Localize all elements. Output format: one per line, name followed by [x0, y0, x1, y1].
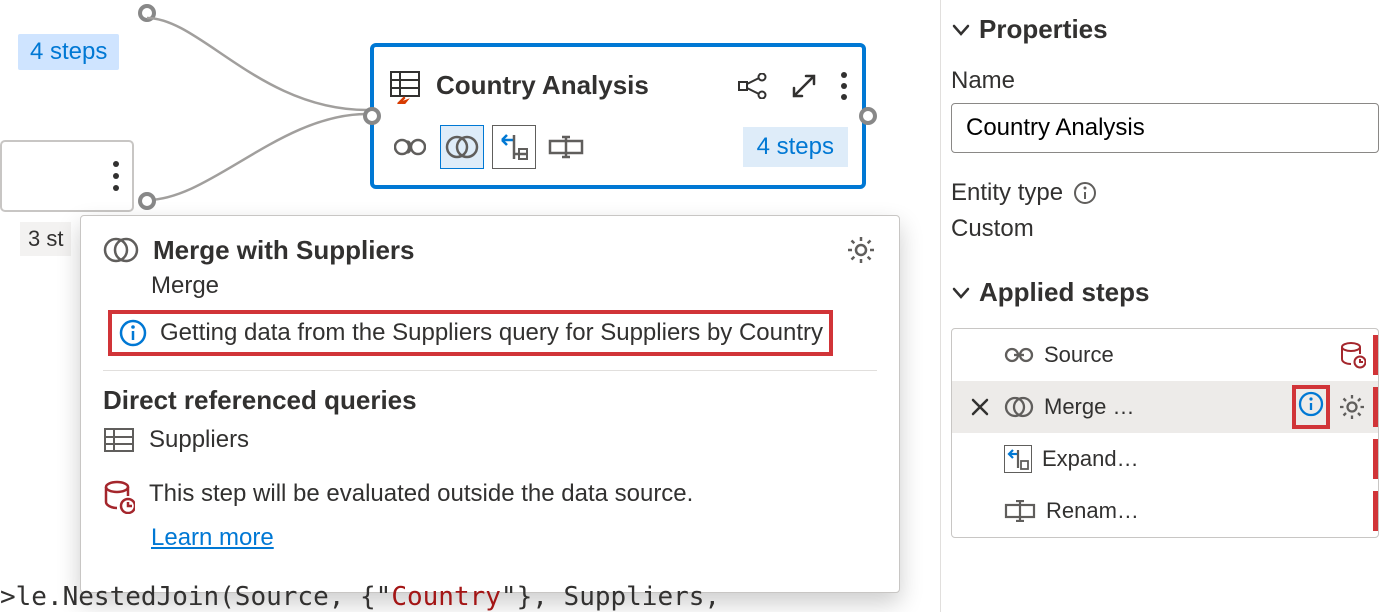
step-merge-icon[interactable] — [440, 125, 484, 169]
applied-step-expand[interactable]: Expand… — [952, 433, 1378, 485]
applied-steps-label: Applied steps — [979, 277, 1149, 308]
tooltip-info-highlighted: Getting data from the Suppliers query fo… — [108, 310, 833, 356]
share-icon[interactable] — [738, 73, 768, 99]
properties-section-header[interactable]: Properties — [951, 8, 1379, 51]
table-lightning-icon — [388, 68, 424, 104]
step-rename-icon[interactable] — [544, 125, 588, 169]
merge-icon — [1004, 396, 1034, 418]
direct-referenced-heading: Direct referenced queries — [103, 385, 877, 416]
applied-step-source[interactable]: Source — [952, 329, 1378, 381]
tooltip-title: Merge with Suppliers — [153, 235, 831, 266]
expand-icon[interactable] — [790, 72, 818, 100]
query-card-selected[interactable]: Country Analysis — [370, 43, 866, 189]
step-label: Merge … — [1044, 394, 1282, 420]
connector-dot-in[interactable] — [363, 107, 381, 125]
entity-type-value: Custom — [951, 215, 1379, 243]
step-label: Source — [1044, 342, 1330, 368]
kebab-icon[interactable] — [840, 71, 848, 101]
tooltip-subtitle: Merge — [151, 272, 877, 300]
referenced-query-name[interactable]: Suppliers — [149, 426, 249, 454]
expand-col-icon — [1004, 445, 1032, 473]
properties-panel: Properties Name Entity type Custom Appli… — [940, 0, 1395, 612]
applied-steps-section-header[interactable]: Applied steps — [951, 271, 1379, 314]
step-info-highlighted[interactable] — [1292, 385, 1330, 429]
step-expand-icon[interactable] — [492, 125, 536, 169]
db-warning-icon — [103, 480, 135, 514]
step-source-icon[interactable] — [388, 125, 432, 169]
steps-badge-three: 3 st — [20, 222, 71, 256]
steps-count-badge: 4 steps — [743, 127, 848, 167]
kebab-icon[interactable] — [112, 160, 120, 192]
applied-step-merge[interactable]: Merge … — [952, 381, 1378, 433]
applied-steps-list: Source Merge … — [951, 328, 1379, 538]
diagram-canvas[interactable]: 4 steps 3 st — [0, 0, 940, 612]
steps-badge-upstream: 4 steps — [18, 34, 119, 70]
merge-icon — [103, 236, 139, 264]
table-icon — [103, 426, 135, 454]
chevron-down-icon — [951, 283, 971, 303]
link-icon — [1004, 345, 1034, 365]
gear-icon[interactable] — [1338, 393, 1366, 421]
info-icon — [1298, 391, 1324, 417]
connector-dot-out[interactable] — [859, 107, 877, 125]
info-icon[interactable] — [1073, 181, 1097, 205]
step-label: Renam… — [1046, 498, 1378, 524]
db-warning-icon — [1340, 341, 1366, 369]
upstream-card-collapsed[interactable] — [0, 140, 134, 212]
connector-dot[interactable] — [138, 192, 156, 210]
step-label: Expand… — [1042, 446, 1378, 472]
connector-dot[interactable] — [138, 4, 156, 22]
name-field-label: Name — [951, 67, 1379, 95]
step-tooltip-popover: Merge with Suppliers Merge Getting data … — [80, 215, 900, 593]
name-input[interactable] — [951, 103, 1379, 153]
gear-icon[interactable] — [845, 234, 877, 266]
applied-step-rename[interactable]: Renam… — [952, 485, 1378, 537]
formula-bar-text: >le.NestedJoin(Source, {"Country"}, Supp… — [0, 582, 720, 612]
query-title: Country Analysis — [436, 70, 726, 101]
delete-step-icon[interactable] — [966, 397, 994, 417]
rename-icon — [1004, 500, 1036, 522]
info-icon — [118, 318, 148, 348]
chevron-down-icon — [951, 20, 971, 40]
eval-warning-text: This step will be evaluated outside the … — [149, 480, 693, 508]
entity-type-label: Entity type — [951, 179, 1063, 207]
properties-label: Properties — [979, 14, 1108, 45]
tooltip-info-text: Getting data from the Suppliers query fo… — [160, 319, 823, 347]
learn-more-link[interactable]: Learn more — [151, 524, 274, 552]
